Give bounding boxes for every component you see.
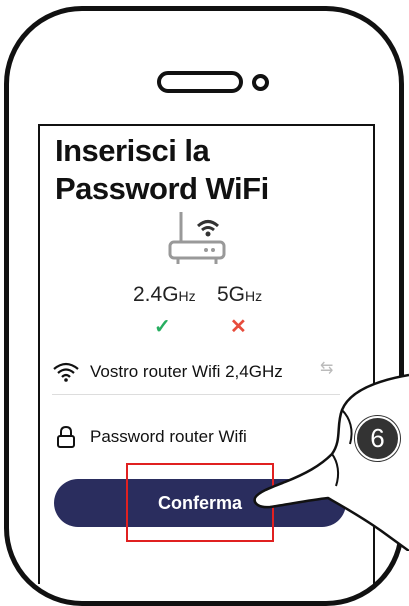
step-badge: 6 (355, 416, 400, 461)
band-5ghz-label: 5GHz (217, 283, 263, 306)
speaker-icon (157, 71, 243, 93)
lock-icon (57, 426, 75, 448)
camera-icon (252, 74, 269, 91)
router-icon (168, 212, 226, 264)
cross-icon: ✕ (230, 316, 247, 338)
band-24ghz-label: 2.4GHz (133, 283, 196, 306)
password-placeholder: Password router Wifi (90, 427, 247, 446)
pointing-hand-icon (253, 373, 409, 551)
page-title: Inserisci la Password WiFi (55, 133, 269, 206)
check-icon: ✓ (154, 316, 171, 338)
wifi-icon (53, 362, 79, 382)
